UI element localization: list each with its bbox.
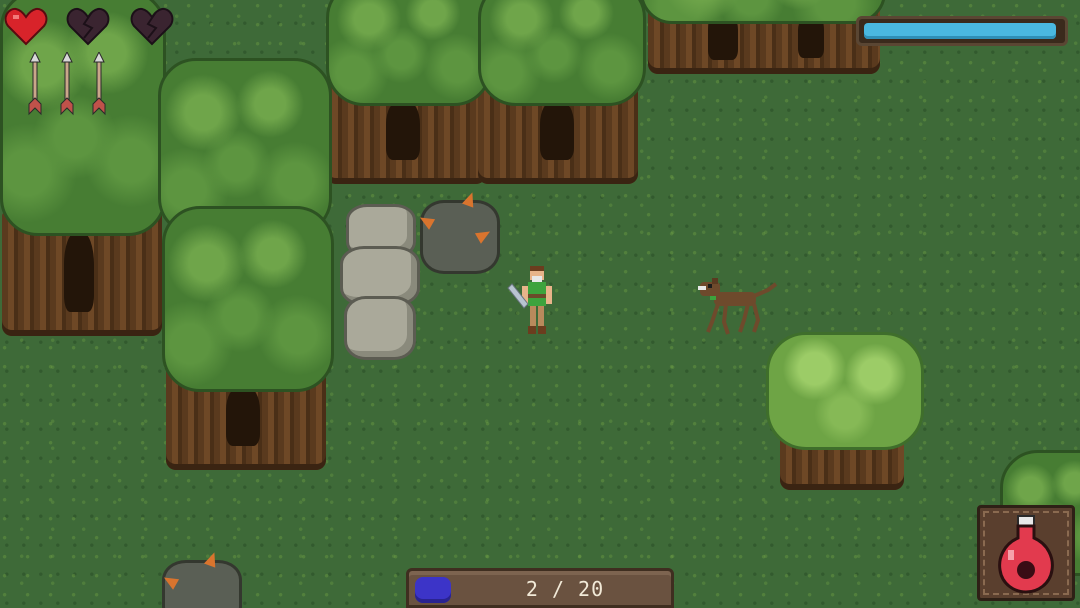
arrow-ammo-icon [92, 52, 106, 116]
mana-bar [856, 16, 1068, 46]
item-slot[interactable] [977, 505, 1075, 601]
mana-bar-fill [864, 23, 1056, 39]
collectible-counter: 2 / 20 [406, 568, 674, 608]
bush-tree [766, 332, 924, 450]
mana-orb-icon [415, 577, 451, 603]
heart-full-icon [4, 7, 48, 46]
health-potion-icon[interactable] [994, 514, 1058, 594]
heart-empty-icon [66, 7, 110, 46]
tree-canopy [640, 0, 886, 24]
heart-empty-icon [130, 7, 174, 46]
rock-pillar [344, 296, 416, 360]
arrow-ammo-icon [60, 52, 74, 116]
tree-canopy [162, 206, 334, 392]
tree-canopy [326, 0, 492, 106]
collectible-count-text: 2 / 20 [525, 577, 605, 601]
game-scene: 2 / 20 [0, 0, 1080, 608]
brown-hound-enemy[interactable] [696, 276, 780, 338]
arrow-ammo-icon [28, 52, 42, 116]
tree-canopy [478, 0, 646, 106]
player-character[interactable] [506, 264, 558, 340]
